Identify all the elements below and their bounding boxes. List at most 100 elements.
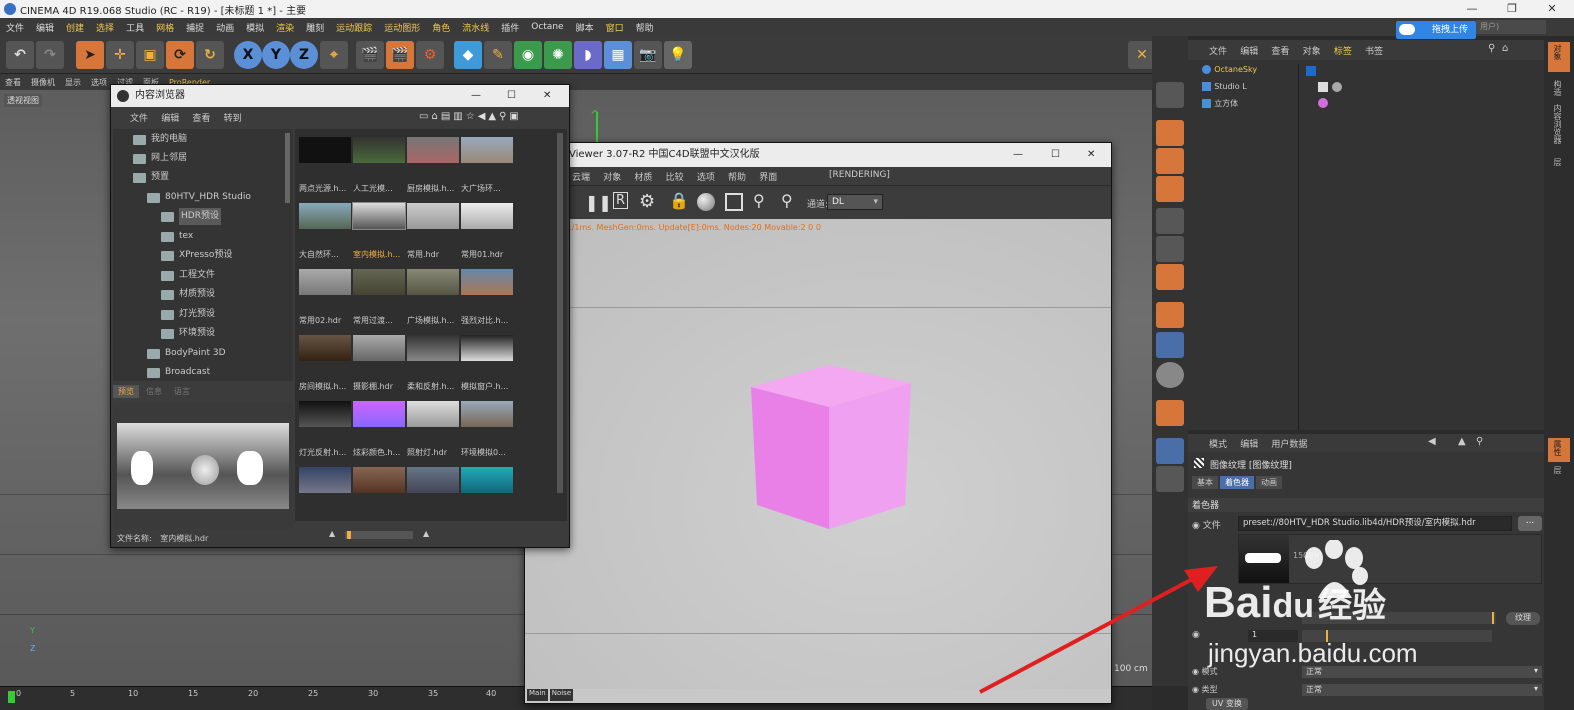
close-window-button[interactable]: ✕: [1532, 0, 1572, 18]
tab-attributes[interactable]: 属性: [1552, 440, 1563, 456]
axis-mode-icon[interactable]: [1156, 302, 1184, 328]
thumbnail[interactable]: [407, 401, 459, 427]
scale-icon[interactable]: ▣: [136, 41, 164, 69]
tab-language[interactable]: 语言: [169, 385, 195, 398]
menu-motion-tracking[interactable]: 运动跟踪: [330, 21, 378, 34]
thumbnail[interactable]: [407, 203, 459, 229]
edges-mode-icon[interactable]: [1156, 236, 1184, 262]
search-icon[interactable]: ⚲: [499, 111, 506, 122]
recent-tool-icon[interactable]: ↻: [196, 41, 224, 69]
deformer-icon[interactable]: ◗: [574, 41, 602, 69]
tab-noise[interactable]: Noise: [549, 689, 574, 701]
y-axis-icon[interactable]: Y: [262, 41, 290, 69]
minimize-button[interactable]: —: [1452, 0, 1492, 18]
tab-layers-2[interactable]: 层: [1552, 466, 1563, 474]
menu-character[interactable]: 角色: [426, 21, 456, 34]
lv-menu-options[interactable]: 选项: [692, 173, 720, 183]
vp-menu-view[interactable]: 查看: [0, 77, 26, 88]
thumbnail[interactable]: [299, 203, 351, 229]
tab-structure[interactable]: 构造: [1552, 80, 1563, 96]
cube-icon[interactable]: ◆: [454, 41, 482, 69]
cb-menu-edit[interactable]: 编辑: [156, 114, 184, 124]
menu-script[interactable]: 脚本: [570, 21, 600, 34]
thumbnail[interactable]: [461, 335, 513, 361]
bookmark-icon[interactable]: ▥: [453, 111, 462, 122]
menu-simulate[interactable]: 模拟: [240, 21, 270, 34]
tree-item-80htv[interactable]: 80HTV_HDR Studio: [147, 189, 251, 206]
points-mode-icon[interactable]: [1156, 208, 1184, 234]
thumbnail[interactable]: [299, 401, 351, 427]
thumbnail[interactable]: [461, 467, 513, 493]
material-tag-icon[interactable]: [1332, 82, 1342, 92]
texture-tag-icon[interactable]: [1318, 82, 1328, 92]
lv-menu-compare[interactable]: 比较: [661, 173, 689, 183]
drag-upload-button[interactable]: 拖拽上传: [1396, 21, 1476, 39]
search-icon[interactable]: ⚲: [1476, 436, 1483, 447]
menu-tools[interactable]: 工具: [120, 21, 150, 34]
menu-file[interactable]: 文件: [0, 21, 30, 34]
tree-item-broadcast[interactable]: Broadcast: [147, 364, 210, 381]
up-icon[interactable]: ▲: [488, 111, 496, 122]
menu-animate[interactable]: 动画: [210, 21, 240, 34]
menu-select[interactable]: 选择: [90, 21, 120, 34]
array-icon[interactable]: ✺: [544, 41, 572, 69]
user-dropdown[interactable]: 用户): [1476, 20, 1546, 34]
grid-lock-icon[interactable]: [1156, 438, 1184, 464]
focus-picker-icon[interactable]: [725, 193, 743, 211]
render-picture-viewer-icon[interactable]: 🎬: [386, 41, 414, 69]
star-icon[interactable]: ☆: [466, 111, 475, 122]
coordinate-system-icon[interactable]: ⌖: [320, 41, 348, 69]
thumbnail-selected[interactable]: [352, 202, 406, 230]
tree-item-env-presets[interactable]: 环境预设: [161, 325, 215, 342]
move-icon[interactable]: ✛: [106, 41, 134, 69]
lv-menu-materials[interactable]: 材质: [629, 173, 657, 183]
attr-menu-userdata[interactable]: 用户数据: [1266, 440, 1312, 450]
pause-icon[interactable]: ❚❚: [585, 193, 612, 212]
select-arrow-icon[interactable]: ➤: [76, 41, 104, 69]
pin2-icon[interactable]: ⚲: [781, 191, 793, 210]
pin-icon[interactable]: ⚲: [753, 191, 765, 210]
small-size-icon[interactable]: ▲: [329, 529, 335, 538]
thumbnail[interactable]: [407, 137, 459, 163]
cb-maximize-button[interactable]: ☐: [507, 85, 516, 107]
thumbnail-scrollbar[interactable]: [557, 133, 563, 493]
thumbnail[interactable]: [461, 137, 513, 163]
slider-track[interactable]: [345, 531, 413, 539]
thumbnail[interactable]: [461, 269, 513, 295]
browse-button[interactable]: ...: [1518, 516, 1542, 531]
cb-menu-view[interactable]: 查看: [187, 114, 215, 124]
menu-render[interactable]: 渲染: [270, 21, 300, 34]
lv-close-button[interactable]: ✕: [1087, 143, 1095, 167]
thumbnail[interactable]: [299, 269, 351, 295]
tab-basic[interactable]: 基本: [1192, 476, 1218, 489]
thumbnail[interactable]: [299, 467, 351, 493]
region-render-icon[interactable]: R: [613, 192, 629, 209]
tab-shader[interactable]: 着色器: [1220, 476, 1254, 489]
tweak-mode-icon[interactable]: [1156, 332, 1184, 358]
octane-tag-icon[interactable]: [1306, 66, 1316, 76]
menu-edit[interactable]: 编辑: [30, 21, 60, 34]
up-arrow-icon[interactable]: ▲: [1458, 436, 1466, 447]
pink-material-tag-icon[interactable]: [1318, 98, 1328, 108]
workplane-mode-icon[interactable]: [1156, 176, 1184, 202]
object-row[interactable]: OctaneSky: [1202, 64, 1282, 78]
thumbnail[interactable]: [407, 269, 459, 295]
thumbnail[interactable]: [461, 203, 513, 229]
thumbnail[interactable]: [353, 467, 405, 493]
tab-preview[interactable]: 预览: [113, 385, 139, 398]
menu-window[interactable]: 窗口: [600, 21, 630, 34]
attr-menu-mode[interactable]: 模式: [1204, 440, 1232, 450]
om-search-icon[interactable]: ⚲: [1488, 43, 1495, 54]
large-size-icon[interactable]: ▲: [423, 529, 429, 538]
tab-objects[interactable]: 对象: [1552, 44, 1563, 60]
cb-menu-file[interactable]: 文件: [125, 114, 153, 124]
home-icon[interactable]: ⌂: [431, 111, 437, 122]
light-icon[interactable]: 💡: [664, 41, 692, 69]
tree-item-light-presets[interactable]: 灯光预设: [161, 306, 215, 323]
tree-scrollbar[interactable]: [285, 133, 290, 203]
menu-mograph[interactable]: 运动图形: [378, 21, 426, 34]
om-menu-objects[interactable]: 对象: [1298, 47, 1326, 57]
polygons-mode-icon[interactable]: [1156, 264, 1184, 290]
tab-info[interactable]: 信息: [141, 385, 167, 398]
pen-icon[interactable]: ✎: [484, 41, 512, 69]
